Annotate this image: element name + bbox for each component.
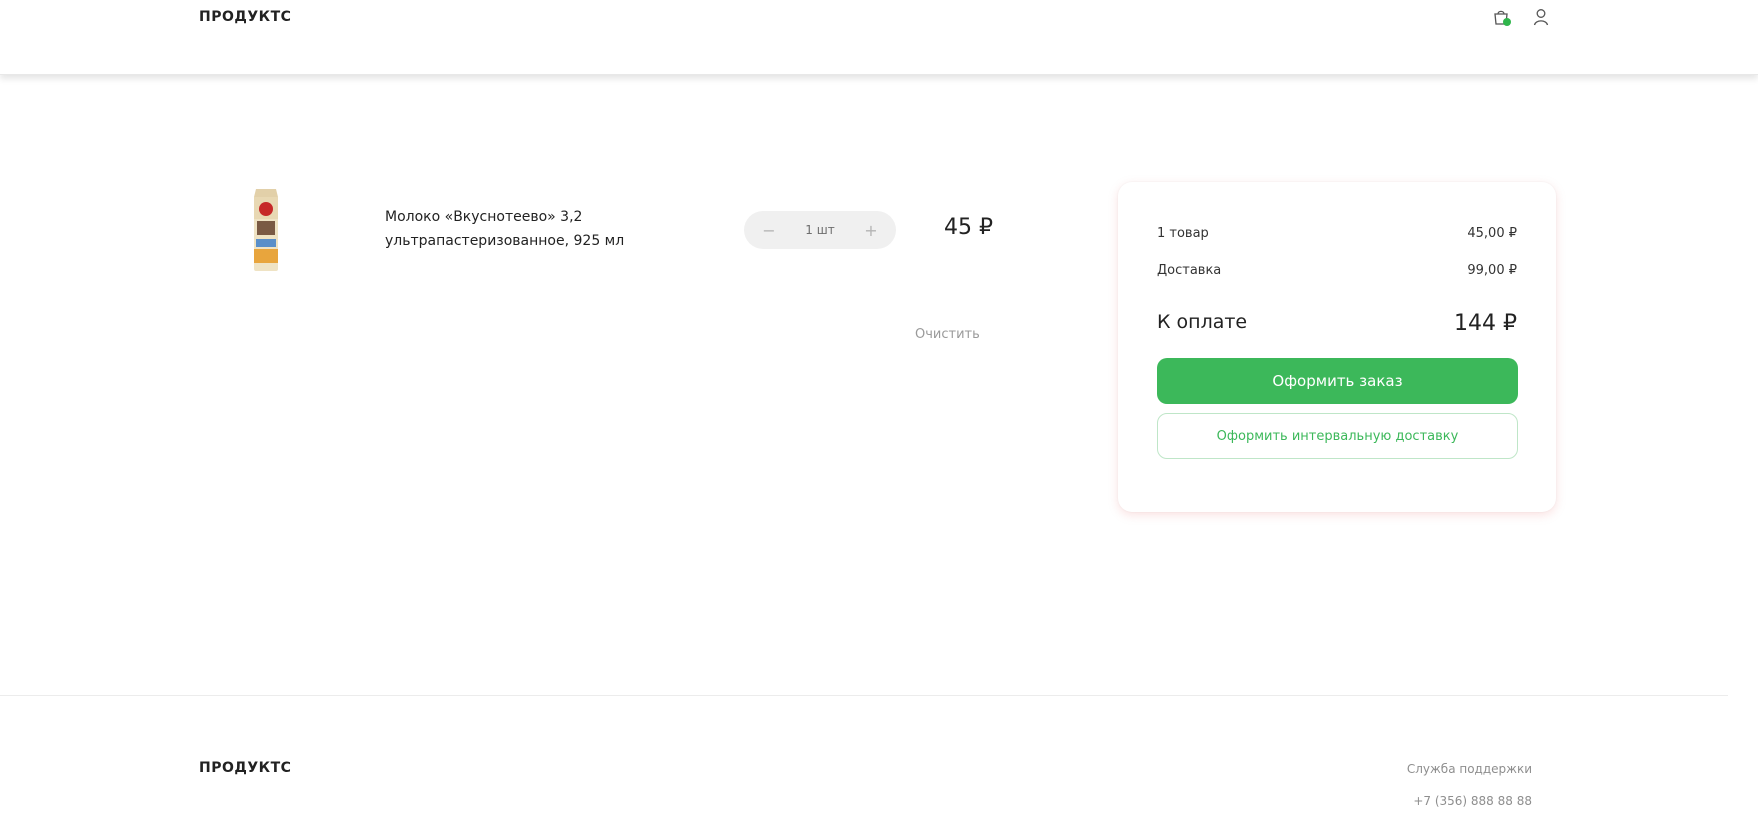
checkout-button[interactable]: Оформить заказ [1157, 358, 1518, 404]
product-name[interactable]: Молоко «Вкуснотеево» 3,2 ультрапастеризо… [385, 205, 685, 253]
footer-logo[interactable]: ПРОДУКТС [199, 760, 291, 776]
summary-total-label: К оплате [1157, 311, 1248, 333]
summary-delivery-label: Доставка [1157, 263, 1222, 278]
footer-divider [0, 695, 1728, 696]
summary-items-label: 1 товар [1157, 226, 1209, 241]
decrement-button[interactable]: − [760, 221, 778, 240]
order-summary-card: 1 товар 45,00 ₽ Доставка 99,00 ₽ К оплат… [1118, 182, 1556, 512]
product-image[interactable] [246, 183, 286, 275]
quantity-stepper: − 1 шт + [744, 211, 896, 249]
support-phone-link[interactable]: +7 (356) 888 88 88 [1413, 794, 1532, 808]
logo[interactable]: ПРОДУКТС [199, 9, 291, 25]
user-icon [1533, 9, 1549, 26]
item-price: 45 ₽ [944, 215, 993, 240]
interval-delivery-button[interactable]: Оформить интервальную доставку [1157, 413, 1518, 459]
profile-button[interactable] [1530, 6, 1552, 28]
support-label: Служба поддержки [1406, 762, 1532, 776]
summary-delivery-row: Доставка 99,00 ₽ [1157, 263, 1517, 278]
summary-total-row: К оплате 144 ₽ [1157, 311, 1517, 336]
summary-delivery-value: 99,00 ₽ [1467, 263, 1517, 278]
quantity-value: 1 шт [805, 223, 835, 237]
cart-button[interactable] [1490, 6, 1512, 28]
increment-button[interactable]: + [862, 221, 880, 240]
header-actions [1490, 6, 1552, 28]
summary-items-row: 1 товар 45,00 ₽ [1157, 226, 1517, 241]
header: ПРОДУКТС [0, 0, 1758, 75]
clear-cart-link[interactable]: Очистить [915, 327, 980, 342]
summary-total-value: 144 ₽ [1454, 311, 1517, 336]
cart-count-badge [1503, 18, 1511, 26]
summary-items-value: 45,00 ₽ [1467, 226, 1517, 241]
